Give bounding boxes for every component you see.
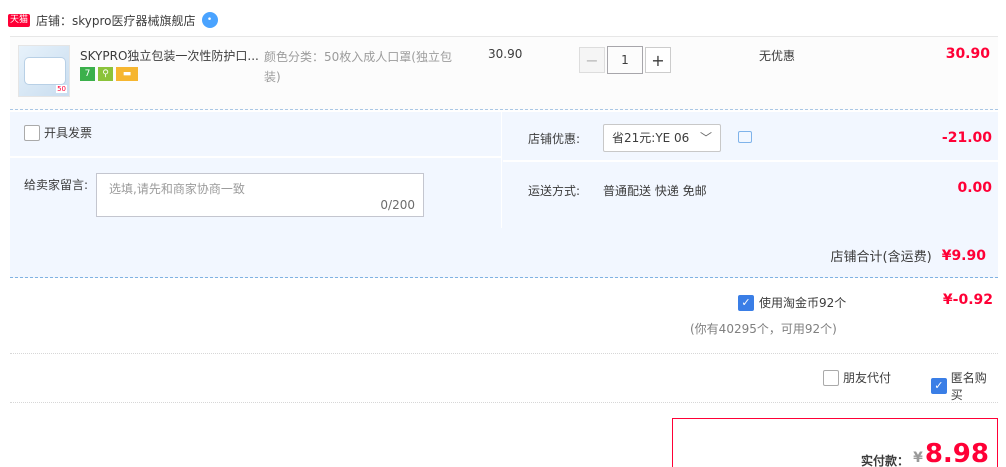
taobao-coins-row: ✓ 使用淘金币92个 (你有40295个，可用92个) ¥-0.92 (10, 282, 998, 354)
guarantee-icon[interactable]: ⚲ (98, 67, 113, 81)
service-icons: 7 ⚲ ▬ (80, 67, 138, 81)
thumb-tag: 50 (56, 85, 67, 93)
invoice-checkbox[interactable] (24, 124, 40, 141)
shipping-method: 普通配送 快递 免邮 (603, 184, 707, 198)
cart-item-row: 50 SKYPRO独立包装一次性防护口... 7 ⚲ ▬ 颜色分类：50枚入成人… (10, 36, 998, 110)
coins-option[interactable]: ✓ 使用淘金币92个 (738, 294, 846, 311)
payment-value: ¥8.98 (913, 439, 989, 467)
shop-total-label: 店铺合计(含运费) (830, 250, 932, 265)
product-sku: 颜色分类：50枚入成人口罩(独立包装) (264, 50, 452, 84)
shipping-label: 运送方式: (528, 184, 581, 198)
memo-textarea[interactable]: 选填,请先和商家协商一致 0/200 (96, 173, 424, 217)
coins-label: 使用淘金币92个 (759, 296, 847, 310)
shop-total-value: ¥9.90 (941, 247, 986, 264)
memo-label: 给卖家留言: (24, 178, 89, 192)
anonymous-checkbox[interactable]: ✓ (931, 378, 947, 394)
quantity-increase-button[interactable]: + (645, 47, 671, 73)
shipping-value: 0.00 (957, 180, 992, 196)
memo-char-count: 0/200 (380, 198, 415, 212)
friend-pay-checkbox[interactable] (823, 369, 839, 386)
unit-price: 30.90 (488, 47, 523, 61)
seven-day-return-icon[interactable]: 7 (80, 67, 95, 81)
payment-amount: 8.98 (924, 439, 989, 467)
payment-label: 实付款： (861, 454, 910, 467)
payment-summary: 实付款： ¥8.98 (672, 418, 998, 467)
order-options-panel: 开具发票 给卖家留言: 选填,请先和商家协商一致 0/200 店铺优惠: 省21… (10, 112, 998, 278)
coupon-label: 店铺优惠: (528, 132, 581, 146)
payment-options-row: 朋友代付 ✓ 匿名购买 (10, 354, 998, 403)
anonymous-label: 匿名购买 (950, 371, 987, 402)
friend-pay-option[interactable]: 朋友代付 (823, 369, 891, 386)
shop-total: 店铺合计(含运费) ¥9.90 (830, 246, 986, 266)
anonymous-option[interactable]: ✓ 匿名购买 (931, 369, 998, 403)
invoice-label: 开具发票 (44, 126, 93, 140)
memo-placeholder: 选填,请先和商家协商一致 (109, 182, 245, 196)
shop-name-link[interactable]: 店铺：skypro医疗器械旗舰店 (36, 12, 196, 29)
shipping-row: 运送方式: 普通配送 快递 免邮 0.00 (503, 164, 998, 228)
product-thumbnail[interactable]: 50 (18, 45, 70, 97)
divider (10, 156, 502, 158)
coupon-selected-value: 省21元:YE 06 (612, 131, 690, 145)
quantity-input[interactable]: 1 (607, 46, 643, 74)
friend-pay-label: 朋友代付 (843, 371, 892, 385)
order-left-column: 开具发票 给卖家留言: 选填,请先和商家协商一致 0/200 (10, 112, 502, 228)
chat-bubble-icon[interactable]: • (201, 12, 218, 28)
mask-image (25, 58, 65, 84)
quantity-stepper: − 1 + (579, 46, 671, 74)
currency-symbol: ¥ (913, 450, 923, 466)
coins-checkbox[interactable]: ✓ (738, 294, 754, 311)
quantity-decrease-button[interactable]: − (579, 47, 605, 73)
comment-icon[interactable] (738, 131, 752, 143)
chevron-down-icon: ﹀ (699, 131, 712, 145)
coupon-row: 店铺优惠: 省21元:YE 06 ﹀ -21.00 (503, 112, 998, 162)
shop-header: 天猫 店铺：skypro医疗器械旗舰店 • (8, 10, 218, 30)
product-title-link[interactable]: SKYPRO独立包装一次性防护口... (80, 47, 266, 64)
item-subtotal: 30.90 (945, 46, 990, 62)
invoice-option[interactable]: 开具发票 (24, 124, 92, 141)
coins-value: ¥-0.92 (942, 292, 993, 308)
card-payment-icon[interactable]: ▬ (116, 67, 138, 81)
item-discount: 无优惠 (759, 49, 796, 63)
coupon-value: -21.00 (941, 130, 992, 146)
tmall-badge: 天猫 (8, 13, 31, 27)
coins-note: (你有40295个，可用92个) (690, 322, 837, 336)
coupon-select[interactable]: 省21元:YE 06 ﹀ (603, 124, 721, 152)
